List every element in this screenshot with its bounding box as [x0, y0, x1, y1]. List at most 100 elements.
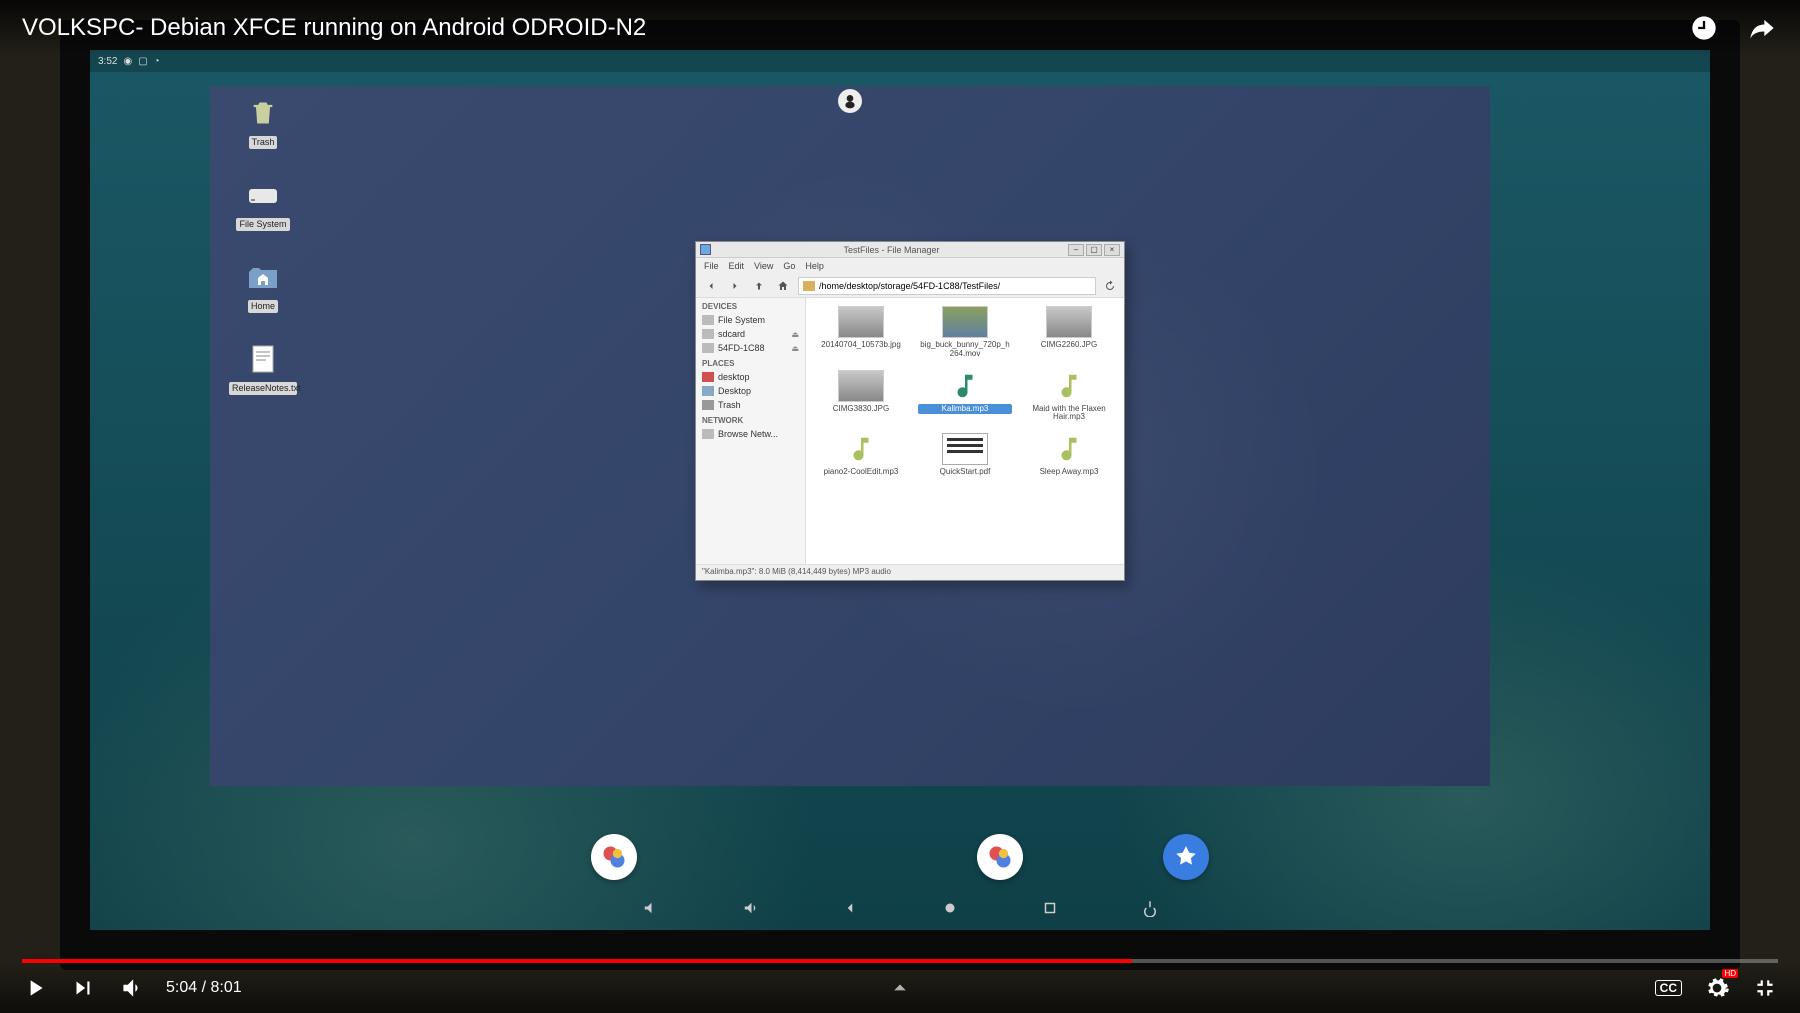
file-manager-window[interactable]: TestFiles - File Manager – ▢ × File Edit… [695, 241, 1125, 581]
menu-edit[interactable]: Edit [729, 261, 745, 271]
file-item[interactable]: Maid with the Flaxen Hair.mp3 [1020, 368, 1118, 426]
trash-icon [702, 400, 714, 410]
drive-icon [702, 329, 714, 339]
file-name: big_buck_bunny_720p_h264.mov [918, 340, 1012, 360]
watch-later-button[interactable] [1688, 12, 1720, 44]
sidebar-item-trash[interactable]: Trash [696, 398, 805, 412]
maximize-button[interactable]: ▢ [1086, 244, 1102, 256]
exit-fullscreen-button[interactable] [1752, 975, 1778, 1001]
file-name: Maid with the Flaxen Hair.mp3 [1022, 404, 1116, 424]
nav-home[interactable] [940, 898, 960, 918]
file-manager-body: DEVICES File System sdcard⏏ 54FD-1C88⏏ P… [696, 298, 1124, 564]
sidebar-item-sdcard[interactable]: sdcard ⏏ [696, 327, 805, 341]
file-item[interactable]: CIMG2260.JPG [1020, 304, 1118, 362]
document-icon [942, 433, 988, 465]
sidebar-item-browse-network[interactable]: Browse Netw... [696, 427, 805, 441]
home-button[interactable] [774, 277, 792, 295]
path-input[interactable] [819, 281, 1091, 291]
dock-app-left[interactable] [591, 834, 637, 880]
trash-icon [243, 98, 283, 128]
desktop-icon-label: ReleaseNotes.txt [229, 382, 297, 395]
sidebar-item-label: sdcard [718, 329, 745, 339]
status-indicator-icon: ▢ [138, 56, 147, 67]
menu-view[interactable]: View [754, 261, 773, 271]
forward-button[interactable] [726, 277, 744, 295]
folder-icon [803, 281, 815, 291]
file-name: piano2-CoolEdit.mp3 [814, 467, 908, 478]
sidebar-item-label: Desktop [718, 386, 751, 396]
share-icon [1748, 14, 1776, 42]
menu-help[interactable]: Help [805, 261, 824, 271]
captions-button[interactable]: CC [1655, 980, 1682, 996]
close-button[interactable]: × [1104, 244, 1120, 256]
video-title: VOLKSPC- Debian XFCE running on Android … [22, 14, 1688, 42]
next-button[interactable] [70, 975, 96, 1001]
xfce-desktop: Trash File System Home [210, 86, 1490, 786]
desktop-icon-label: Home [248, 300, 278, 313]
nav-vol-down[interactable] [640, 898, 660, 918]
file-name: CIMG3830.JPG [814, 404, 908, 415]
toolbar [696, 274, 1124, 298]
share-button[interactable] [1746, 12, 1778, 44]
desktop-icon-file-system[interactable]: File System [228, 180, 298, 232]
desktop-icon-home[interactable]: Home [228, 262, 298, 314]
file-item[interactable]: QuickStart.pdf [916, 431, 1014, 480]
up-button[interactable] [750, 277, 768, 295]
image-thumb [1046, 306, 1092, 338]
window-titlebar[interactable]: TestFiles - File Manager – ▢ × [696, 242, 1124, 258]
file-item[interactable]: Sleep Away.mp3 [1020, 431, 1118, 480]
folder-icon [702, 386, 714, 396]
sidebar-item-filesystem[interactable]: File System [696, 313, 805, 327]
reload-button[interactable] [1102, 278, 1118, 294]
file-name: Sleep Away.mp3 [1022, 467, 1116, 478]
android-clock: 3:52 [98, 56, 117, 67]
network-icon [702, 429, 714, 439]
dock-app-center2[interactable] [1163, 834, 1209, 880]
music-icon [838, 433, 884, 465]
file-name: QuickStart.pdf [918, 467, 1012, 478]
path-bar[interactable] [798, 277, 1096, 295]
sidebar-heading-devices: DEVICES [696, 298, 805, 313]
eject-icon[interactable]: ⏏ [791, 330, 799, 339]
desktop-icons: Trash File System Home [228, 98, 298, 396]
play-button[interactable] [22, 975, 48, 1001]
current-time: 5:04 [166, 979, 197, 996]
nav-power[interactable] [1140, 898, 1160, 918]
nav-vol-up[interactable] [740, 898, 760, 918]
sidebar-item-desktop[interactable]: Desktop [696, 384, 805, 398]
video-thumb [942, 306, 988, 338]
back-button[interactable] [702, 277, 720, 295]
sidebar-item-label: desktop [718, 372, 750, 382]
file-item[interactable]: 20140704_10573b.jpg [812, 304, 910, 362]
drive-icon [243, 180, 283, 210]
clock-icon [1690, 14, 1718, 42]
drive-icon [702, 315, 714, 325]
folder-home-icon [243, 262, 283, 292]
desktop-icon-trash[interactable]: Trash [228, 98, 298, 150]
menu-go[interactable]: Go [783, 261, 795, 271]
window-title: TestFiles - File Manager [715, 245, 1068, 255]
minimize-button[interactable]: – [1068, 244, 1084, 256]
nav-back[interactable] [840, 898, 860, 918]
desktop-icon-label: File System [236, 218, 289, 231]
file-item[interactable]: Kalimba.mp3 [916, 368, 1014, 426]
android-dock [591, 834, 1209, 880]
file-grid[interactable]: 20140704_10573b.jpg big_buck_bunny_720p_h… [806, 298, 1124, 564]
menubar: File Edit View Go Help [696, 258, 1124, 274]
sidebar-item-label: Browse Netw... [718, 429, 778, 439]
file-item[interactable]: piano2-CoolEdit.mp3 [812, 431, 910, 480]
nav-recent[interactable] [1040, 898, 1060, 918]
sidebar: DEVICES File System sdcard⏏ 54FD-1C88⏏ P… [696, 298, 806, 564]
settings-button[interactable]: HD [1704, 975, 1730, 1001]
file-item[interactable]: CIMG3830.JPG [812, 368, 910, 426]
menu-file[interactable]: File [704, 261, 719, 271]
video-frame: 3:52 ◉ ▢ ◔ Trash [0, 0, 1800, 1013]
dock-app-center1[interactable] [977, 834, 1023, 880]
volume-button[interactable] [118, 975, 144, 1001]
xfce-launcher-bubble[interactable] [838, 89, 862, 113]
sidebar-item-desktop-home[interactable]: desktop [696, 370, 805, 384]
eject-icon[interactable]: ⏏ [791, 344, 799, 353]
file-item[interactable]: big_buck_bunny_720p_h264.mov [916, 304, 1014, 362]
desktop-icon-release-notes[interactable]: ReleaseNotes.txt [228, 344, 298, 396]
sidebar-item-volume[interactable]: 54FD-1C88⏏ [696, 341, 805, 355]
